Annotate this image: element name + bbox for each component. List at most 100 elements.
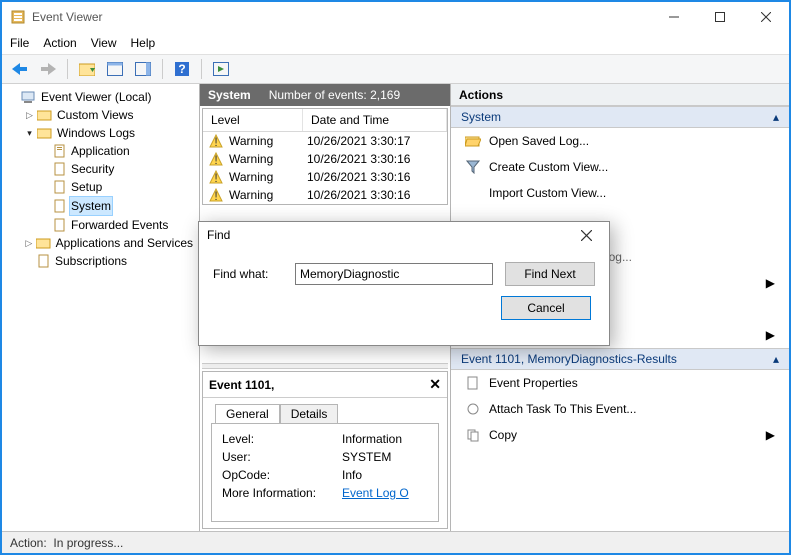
log-icon <box>53 144 67 158</box>
tree-subscriptions[interactable]: Subscriptions <box>22 252 197 270</box>
action-open-saved-log[interactable]: Open Saved Log... <box>451 128 789 154</box>
panel-button-2[interactable] <box>131 57 155 81</box>
svg-text:!: ! <box>214 171 217 184</box>
detail-header: Event 1101, ✕ <box>203 372 447 398</box>
tab-details[interactable]: Details <box>280 404 339 423</box>
minimize-button[interactable] <box>651 2 697 32</box>
window-title: Event Viewer <box>32 10 651 24</box>
table-row[interactable]: !Warning10/26/2021 3:30:16 <box>203 168 447 186</box>
computer-icon <box>21 90 37 104</box>
action-import-custom-view[interactable]: Import Custom View... <box>451 180 789 206</box>
tree-system[interactable]: System <box>38 196 197 216</box>
tree-apps-services[interactable]: ▷Applications and Services <box>22 234 197 252</box>
list-columns: Level Date and Time <box>203 109 447 132</box>
splitter[interactable] <box>202 363 448 369</box>
subscriptions-icon <box>37 254 51 268</box>
event-list[interactable]: Level Date and Time !Warning10/26/2021 3… <box>202 108 448 205</box>
back-button[interactable] <box>8 57 32 81</box>
toolbar: ? <box>2 54 789 84</box>
tab-general[interactable]: General <box>215 404 280 423</box>
tree-panel: Event Viewer (Local) ▷Custom Views ▾Wind… <box>2 84 200 531</box>
prop-level-key: Level: <box>222 432 342 446</box>
find-dialog: Find Find what: Find Next Cancel <box>198 221 610 346</box>
action-create-custom-view[interactable]: Create Custom View... <box>451 154 789 180</box>
properties-icon <box>465 375 481 391</box>
copy-icon <box>465 427 481 443</box>
window-buttons <box>651 2 789 32</box>
tree-root[interactable]: Event Viewer (Local) <box>6 88 197 106</box>
tree-setup[interactable]: Setup <box>38 178 197 196</box>
tree-windows-logs[interactable]: ▾Windows Logs <box>22 124 197 142</box>
menu-view[interactable]: View <box>91 36 117 50</box>
actions-group-system[interactable]: System▴ <box>451 106 789 128</box>
prop-user-key: User: <box>222 450 342 464</box>
tree-custom-views[interactable]: ▷Custom Views <box>22 106 197 124</box>
menu-action[interactable]: Action <box>43 36 76 50</box>
app-icon <box>10 9 26 25</box>
event-detail-pane: Event 1101, ✕ General Details Level:Info… <box>202 371 448 529</box>
center-header: System Number of events: 2,169 <box>200 84 450 106</box>
close-button[interactable] <box>743 2 789 32</box>
folder-open-icon <box>465 133 481 149</box>
find-next-button[interactable]: Find Next <box>505 262 595 286</box>
chevron-right-icon: ▶ <box>766 328 775 342</box>
forward-button[interactable] <box>36 57 60 81</box>
titlebar: Event Viewer <box>2 2 789 32</box>
actions-group-event[interactable]: Event 1101, MemoryDiagnostics-Results▴ <box>451 348 789 370</box>
event-log-online-link[interactable]: Event Log O <box>342 486 409 500</box>
detail-tabs: General Details <box>215 404 447 423</box>
action-pane-button[interactable] <box>209 57 233 81</box>
task-icon <box>465 401 481 417</box>
filter-icon <box>465 159 481 175</box>
action-attach-task-event[interactable]: Attach Task To This Event... <box>451 396 789 422</box>
cancel-button[interactable]: Cancel <box>501 296 591 320</box>
help-button[interactable]: ? <box>170 57 194 81</box>
toolbar-separator <box>201 59 202 79</box>
folder-icon <box>37 109 53 121</box>
tree-security[interactable]: Security <box>38 160 197 178</box>
event-count: Number of events: 2,169 <box>269 88 400 102</box>
column-level[interactable]: Level <box>203 109 303 131</box>
find-what-input[interactable] <box>295 263 493 285</box>
svg-text:!: ! <box>214 135 217 148</box>
actions-header: Actions <box>451 84 789 106</box>
folder-icon <box>37 127 53 139</box>
table-row[interactable]: !Warning10/26/2021 3:30:16 <box>203 186 447 204</box>
detail-close-icon[interactable]: ✕ <box>429 376 441 393</box>
find-dialog-title: Find <box>207 228 230 242</box>
prop-level-val: Information <box>342 432 402 446</box>
find-close-button[interactable] <box>571 224 601 246</box>
tree-application[interactable]: Application <box>38 142 197 160</box>
log-icon <box>53 218 67 232</box>
collapse-icon[interactable]: ▴ <box>773 110 779 124</box>
list-rows: !Warning10/26/2021 3:30:17 !Warning10/26… <box>203 132 447 204</box>
find-dialog-titlebar[interactable]: Find <box>199 222 609 248</box>
action-event-properties[interactable]: Event Properties <box>451 370 789 396</box>
table-row[interactable]: !Warning10/26/2021 3:30:17 <box>203 132 447 150</box>
collapse-icon[interactable]: ▴ <box>773 352 779 366</box>
chevron-right-icon: ▶ <box>766 428 775 442</box>
log-icon <box>53 180 67 194</box>
panel-button-1[interactable] <box>103 57 127 81</box>
warning-icon: ! <box>209 188 225 202</box>
prop-opcode-key: OpCode: <box>222 468 342 482</box>
status-text: In progress... <box>53 536 123 550</box>
action-copy-submenu[interactable]: Copy▶ <box>451 422 789 448</box>
table-row[interactable]: !Warning10/26/2021 3:30:16 <box>203 150 447 168</box>
find-what-label: Find what: <box>213 267 283 281</box>
log-icon <box>53 199 67 213</box>
menu-help[interactable]: Help <box>131 36 156 50</box>
show-tree-button[interactable] <box>75 57 99 81</box>
tree-forwarded[interactable]: Forwarded Events <box>38 216 197 234</box>
menu-file[interactable]: File <box>10 36 29 50</box>
event-viewer-window: Event Viewer File Action View Help ? <box>0 0 791 555</box>
maximize-button[interactable] <box>697 2 743 32</box>
prop-user-val: SYSTEM <box>342 450 391 464</box>
warning-icon: ! <box>209 152 225 166</box>
prop-opcode-val: Info <box>342 468 362 482</box>
chevron-right-icon: ▶ <box>766 276 775 290</box>
menubar: File Action View Help <box>2 32 789 54</box>
nav-tree[interactable]: Event Viewer (Local) ▷Custom Views ▾Wind… <box>4 88 197 270</box>
import-icon <box>465 185 481 201</box>
column-datetime[interactable]: Date and Time <box>303 109 447 131</box>
